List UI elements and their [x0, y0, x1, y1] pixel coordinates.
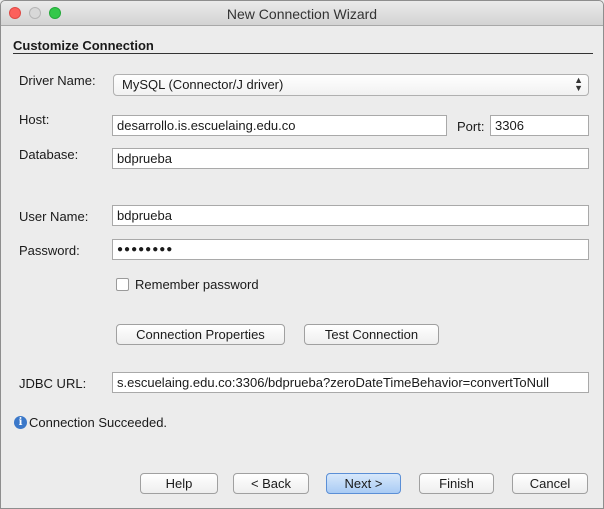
remember-password-checkbox[interactable] — [116, 278, 129, 291]
jdbc-url-field[interactable]: s.escuelaing.edu.co:3306/bdprueba?zeroDa… — [112, 372, 589, 393]
driver-name-label: Driver Name: — [19, 73, 96, 88]
host-label: Host: — [19, 112, 50, 127]
help-button[interactable]: Help — [140, 473, 218, 494]
database-label: Database: — [19, 147, 79, 162]
back-button[interactable]: < Back — [233, 473, 309, 494]
cancel-button[interactable]: Cancel — [512, 473, 588, 494]
jdbc-url-label: JDBC URL: — [19, 376, 87, 391]
driver-name-select[interactable]: MySQL (Connector/J driver) ▲ ▼ — [113, 74, 589, 96]
next-button[interactable]: Next > — [326, 473, 401, 494]
section-title: Customize Connection — [13, 38, 154, 53]
title-bar[interactable]: New Connection Wizard — [1, 1, 603, 26]
window-title: New Connection Wizard — [226, 6, 378, 22]
finish-button[interactable]: Finish — [419, 473, 494, 494]
host-field[interactable]: desarrollo.is.escuelaing.edu.co — [112, 115, 447, 136]
test-connection-button[interactable]: Test Connection — [304, 324, 439, 345]
port-field[interactable]: 3306 — [490, 115, 589, 136]
user-name-field[interactable]: bdprueba — [112, 205, 589, 226]
password-field[interactable]: ●●●●●●●● — [112, 239, 589, 260]
port-label: Port: — [457, 119, 485, 134]
select-arrows-icon: ▲ ▼ — [574, 75, 583, 93]
database-field[interactable]: bdprueba — [112, 148, 589, 169]
password-label: Password: — [19, 243, 80, 258]
user-name-label: User Name: — [19, 209, 89, 224]
connection-status: Connection Succeeded. — [29, 415, 168, 430]
connection-properties-button[interactable]: Connection Properties — [116, 324, 285, 345]
section-divider — [13, 53, 593, 54]
driver-name-value: MySQL (Connector/J driver) — [122, 77, 284, 92]
info-icon: i — [14, 416, 27, 429]
new-connection-wizard-window: New Connection Wizard Customize Connecti… — [0, 0, 604, 509]
remember-password-label: Remember password — [135, 277, 259, 292]
